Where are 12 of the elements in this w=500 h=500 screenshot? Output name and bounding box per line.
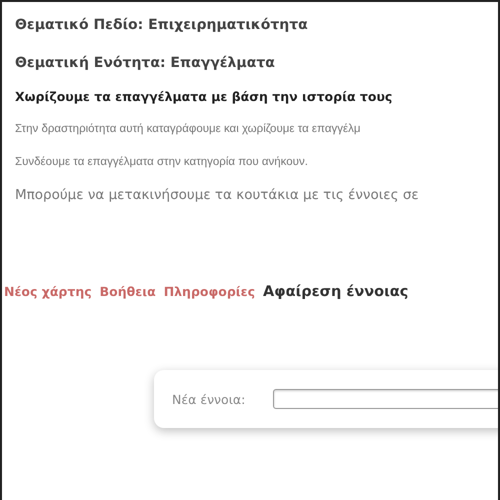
heading: Χωρίζουμε τα επαγγέλματα με βάση την ιστορία τους: [15, 88, 394, 106]
menu-link[interactable]: Πληροφορίες: [164, 284, 256, 299]
heading: Θεματικό Πεδίο: Επιχειρηματικότητα: [15, 16, 309, 34]
paragraph: Στην δραστηριότητα αυτή καταγράφουμε και χωρίζουμε τα επαγγέλμ: [15, 122, 362, 137]
paragraph: Συνδέουμε τα επαγγέλματα στην κατηγορία που ανήκουν.: [15, 155, 309, 170]
new-concept-field[interactable]: [273, 389, 498, 409]
paragraph: Μπορούμε να μετακινήσουμε τα κουτάκια με τις έννοιες σε: [15, 186, 420, 204]
menu-link[interactable]: Βοήθεια: [100, 284, 156, 299]
new-concept-label: Νέα έννοια:: [172, 392, 246, 406]
heading: Θεματική Ενότητα: Επαγγέλματα: [15, 54, 276, 72]
menu-link[interactable]: Νέος χάρτης: [4, 284, 92, 299]
menu-link[interactable]: Αφαίρεση έννοιας: [263, 284, 408, 300]
